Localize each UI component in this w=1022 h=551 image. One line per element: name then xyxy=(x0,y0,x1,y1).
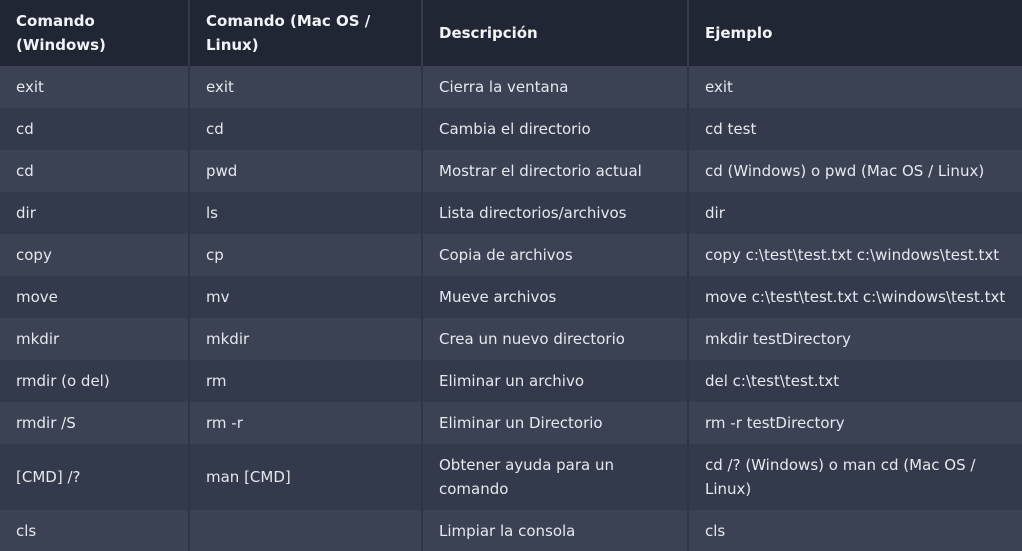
cell-windows: [CMD] /? xyxy=(0,444,189,510)
table-row: move mv Mueve archivos move c:\test\test… xyxy=(0,276,1022,318)
cell-macos-linux: ls xyxy=(188,192,422,234)
cell-description: Lista directorios/archivos xyxy=(421,192,688,234)
cell-example: del c:\test\test.txt xyxy=(687,360,1022,402)
header-row: Comando (Windows) Comando (Mac OS / Linu… xyxy=(0,0,1022,66)
header-description: Descripción xyxy=(421,0,688,66)
table-body: exit exit Cierra la ventana exit cd cd C… xyxy=(0,66,1022,551)
cell-macos-linux: rm -r xyxy=(188,402,422,444)
table-row: cd cd Cambia el directorio cd test xyxy=(0,108,1022,150)
header-windows: Comando (Windows) xyxy=(0,0,189,66)
cell-example: cd test xyxy=(687,108,1022,150)
cell-macos-linux: mkdir xyxy=(188,318,422,360)
cell-windows: copy xyxy=(0,234,189,276)
cell-example: cls xyxy=(687,510,1022,551)
cell-example: rm -r testDirectory xyxy=(687,402,1022,444)
cell-windows: rmdir /S xyxy=(0,402,189,444)
cell-windows: rmdir (o del) xyxy=(0,360,189,402)
commands-table: Comando (Windows) Comando (Mac OS / Linu… xyxy=(0,0,1022,551)
cell-example: exit xyxy=(687,66,1022,108)
cell-windows: cd xyxy=(0,150,189,192)
cell-macos-linux: pwd xyxy=(188,150,422,192)
cell-macos-linux: cp xyxy=(188,234,422,276)
table-row: copy cp Copia de archivos copy c:\test\t… xyxy=(0,234,1022,276)
cell-macos-linux xyxy=(188,510,422,551)
table-row: cls Limpiar la consola cls xyxy=(0,510,1022,551)
table-row: rmdir (o del) rm Eliminar un archivo del… xyxy=(0,360,1022,402)
table-row: exit exit Cierra la ventana exit xyxy=(0,66,1022,108)
cell-windows: move xyxy=(0,276,189,318)
cell-macos-linux: mv xyxy=(188,276,422,318)
cell-example: cd (Windows) o pwd (Mac OS / Linux) xyxy=(687,150,1022,192)
cell-windows: cd xyxy=(0,108,189,150)
cell-description: Cambia el directorio xyxy=(421,108,688,150)
cell-macos-linux: cd xyxy=(188,108,422,150)
cell-description: Limpiar la consola xyxy=(421,510,688,551)
table-row: dir ls Lista directorios/archivos dir xyxy=(0,192,1022,234)
cell-windows: exit xyxy=(0,66,189,108)
cell-description: Crea un nuevo directorio xyxy=(421,318,688,360)
table-row: rmdir /S rm -r Eliminar un Directorio rm… xyxy=(0,402,1022,444)
cell-example: move c:\test\test.txt c:\windows\test.tx… xyxy=(687,276,1022,318)
header-macos-linux: Comando (Mac OS / Linux) xyxy=(188,0,422,66)
cell-macos-linux: exit xyxy=(188,66,422,108)
cell-description: Copia de archivos xyxy=(421,234,688,276)
cell-description: Eliminar un archivo xyxy=(421,360,688,402)
cell-example: copy c:\test\test.txt c:\windows\test.tx… xyxy=(687,234,1022,276)
cell-macos-linux: man [CMD] xyxy=(188,444,422,510)
cell-description: Mostrar el directorio actual xyxy=(421,150,688,192)
table-row: [CMD] /? man [CMD] Obtener ayuda para un… xyxy=(0,444,1022,510)
cell-description: Obtener ayuda para un comando xyxy=(421,444,688,510)
cell-windows: mkdir xyxy=(0,318,189,360)
cell-description: Cierra la ventana xyxy=(421,66,688,108)
table-row: mkdir mkdir Crea un nuevo directorio mkd… xyxy=(0,318,1022,360)
cell-description: Eliminar un Directorio xyxy=(421,402,688,444)
cell-example: cd /? (Windows) o man cd (Mac OS / Linux… xyxy=(687,444,1022,510)
header-example: Ejemplo xyxy=(687,0,1022,66)
cell-description: Mueve archivos xyxy=(421,276,688,318)
cell-windows: dir xyxy=(0,192,189,234)
cell-example: mkdir testDirectory xyxy=(687,318,1022,360)
cell-example: dir xyxy=(687,192,1022,234)
cell-windows: cls xyxy=(0,510,189,551)
cell-macos-linux: rm xyxy=(188,360,422,402)
table-row: cd pwd Mostrar el directorio actual cd (… xyxy=(0,150,1022,192)
